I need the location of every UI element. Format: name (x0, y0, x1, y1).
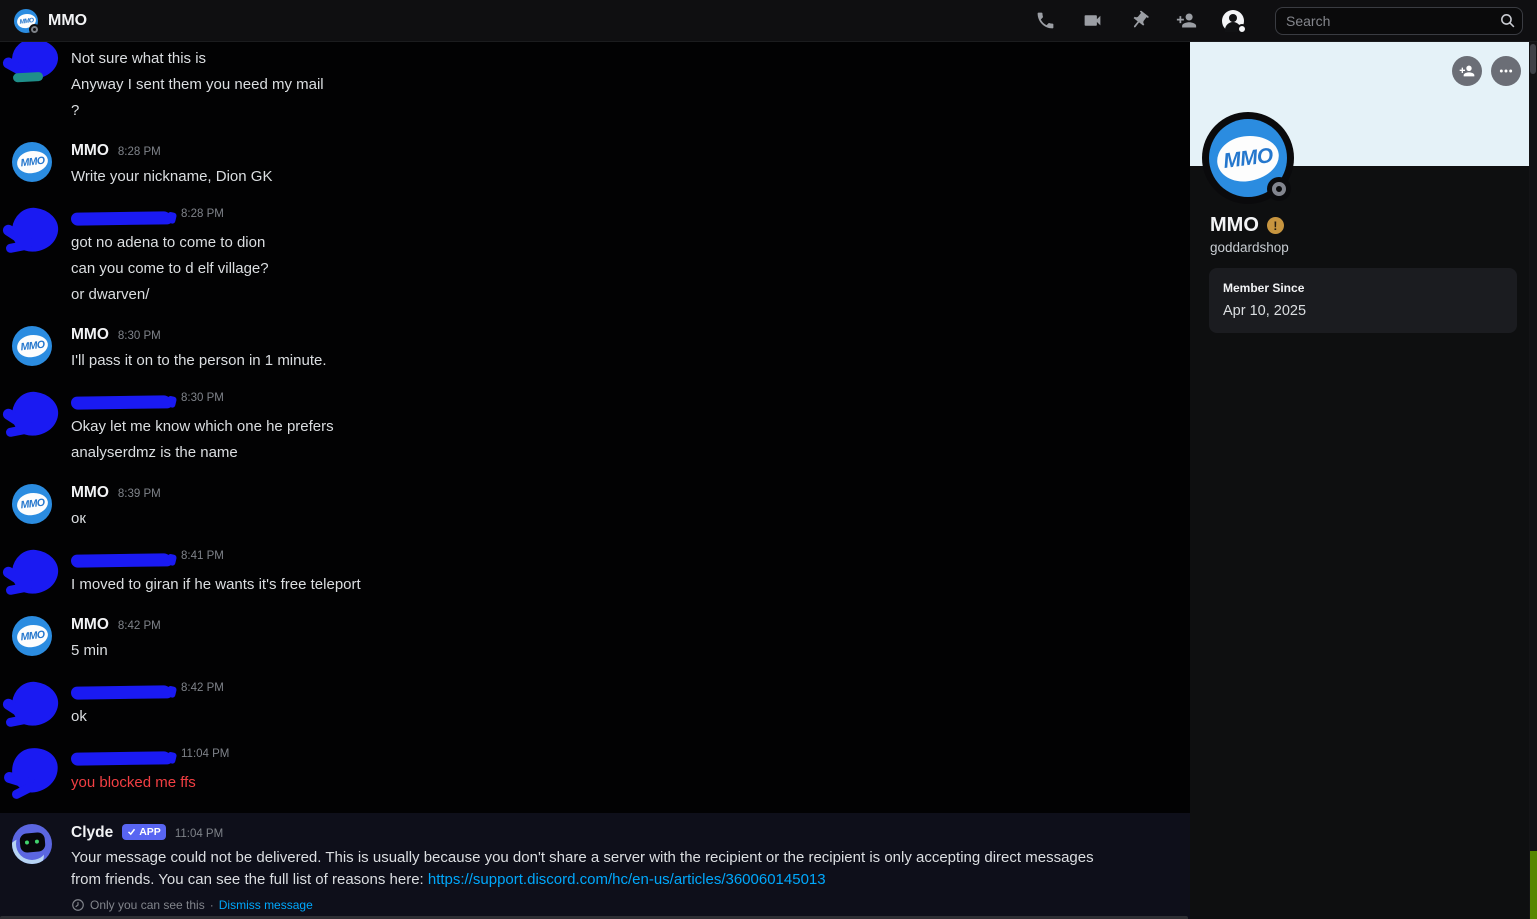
redacted-avatar[interactable] (9, 547, 61, 597)
message-text: or dwarven/ (71, 286, 150, 303)
message-timestamp: 8:42 PM (117, 620, 161, 632)
message-group: MMO MMO 8:39 PM ок (0, 484, 1190, 532)
message-group: 11:04 PM you blocked me ffs (0, 744, 1190, 796)
search-box (1275, 6, 1523, 35)
mmo-avatar[interactable]: MMO (12, 484, 52, 524)
profile-avatar[interactable]: MMO (1202, 112, 1294, 204)
mmo-avatar[interactable]: MMO (12, 142, 52, 182)
dismiss-message-link[interactable]: Dismiss message (219, 898, 313, 912)
author-name[interactable]: MMO (71, 616, 109, 634)
ephemeral-note: Only you can see this (90, 898, 205, 912)
message-text: ок (71, 510, 86, 527)
message-text: analyserdmz is the name (71, 444, 238, 461)
offline-status-icon (1267, 177, 1291, 201)
message-timestamp: 8:41 PM (181, 550, 224, 562)
message-group: 8:30 PM Okay let me know which one he pr… (0, 389, 1190, 466)
member-since-value: Apr 10, 2025 (1223, 303, 1307, 319)
green-scrollbar-fragment (1530, 851, 1537, 919)
message-group: 8:42 PM ok (0, 679, 1190, 730)
message-timestamp: 8:30 PM (117, 330, 161, 342)
redacted-author-name[interactable] (70, 684, 173, 700)
message-text: I moved to giran if he wants it's free t… (71, 576, 361, 593)
redacted-avatar[interactable] (9, 205, 61, 255)
redacted-avatar[interactable] (8, 744, 62, 796)
profile-username: goddardshop (1210, 240, 1289, 255)
message-scroller[interactable]: Not sure what this is Anyway I sent them … (0, 42, 1190, 919)
message-text: got no adena to come to dion (71, 234, 266, 251)
message-text: can you come to d elf village? (71, 260, 269, 277)
message-timestamp: 11:04 PM (181, 748, 230, 760)
message-timestamp: 8:39 PM (117, 488, 161, 500)
dm-avatar-small[interactable]: MMO (14, 8, 40, 35)
more-options-button[interactable] (1491, 56, 1521, 86)
message-timestamp: 11:04 PM (174, 828, 224, 840)
redacted-author-name[interactable] (70, 210, 173, 226)
message-group: MMO MMO 8:42 PM 5 min (0, 616, 1190, 664)
discord-dm-window: MMO MMO Search Not sure what this is Any… (0, 0, 1537, 919)
add-friends-to-dm-icon[interactable] (1175, 10, 1197, 32)
scrollbar-thumb[interactable] (1530, 44, 1536, 74)
dm-title[interactable]: MMO (48, 12, 87, 30)
message-text: I'll pass it on to the person in 1 minut… (71, 352, 327, 369)
redacted-author-name[interactable] (70, 552, 173, 568)
redacted-author-name[interactable] (70, 394, 173, 410)
pinned-messages-icon[interactable] (1128, 10, 1150, 32)
mmo-avatar[interactable]: MMO (12, 616, 52, 656)
message-text: Not sure what this is (71, 50, 207, 67)
offline-status-icon (29, 23, 40, 35)
start-video-call-icon[interactable] (1081, 10, 1103, 32)
panel-scrollbar[interactable] (1529, 42, 1537, 919)
clyde-avatar[interactable] (12, 824, 52, 864)
message-group: MMO MMO 8:30 PM I'll pass it on to the pe… (0, 326, 1190, 374)
profile-display-name: MMO (1210, 214, 1259, 236)
redacted-avatar[interactable] (9, 389, 61, 439)
support-article-link[interactable]: https://support.discord.com/hc/en-us/art… (428, 871, 826, 888)
user-profile-icon[interactable] (1222, 9, 1247, 34)
search-icon (1499, 12, 1516, 29)
message-text: Anyway I sent them you need my mail (71, 76, 324, 93)
author-name[interactable]: MMO (71, 326, 109, 344)
redacted-avatar[interactable] (10, 42, 60, 81)
message-text: ok (71, 708, 87, 725)
clyde-name[interactable]: Clyde (71, 824, 113, 842)
app-badge: APP (122, 823, 166, 840)
member-since-card: Member Since Apr 10, 2025 (1209, 268, 1517, 333)
search-input[interactable] (1275, 6, 1523, 35)
message-timestamp: 8:42 PM (181, 682, 224, 694)
clyde-message-text: Your message could not be delivered. Thi… (71, 849, 1094, 888)
message-group: 8:41 PM I moved to giran if he wants it'… (0, 547, 1190, 598)
add-friend-button[interactable] (1452, 56, 1482, 86)
redacted-avatar[interactable] (9, 679, 61, 729)
failed-message-text: you blocked me ffs (71, 774, 196, 791)
mmo-avatar[interactable]: MMO (12, 326, 52, 366)
message-group: Not sure what this is Anyway I sent them … (0, 42, 1190, 124)
message-group: MMO MMO 8:28 PM Write your nickname, Dion… (0, 142, 1190, 190)
message-group: 8:28 PM got no adena to come to dion can … (0, 205, 1190, 308)
author-name[interactable]: MMO (71, 484, 109, 502)
message-text: Okay let me know which one he prefers (71, 418, 334, 435)
channel-header: MMO MMO (0, 0, 1537, 42)
redacted-author-name[interactable] (70, 750, 173, 766)
author-name[interactable]: MMO (71, 142, 109, 160)
message-timestamp: 8:28 PM (117, 146, 161, 158)
ephemeral-clock-icon (71, 898, 85, 912)
message-timestamp: 8:28 PM (181, 208, 224, 220)
message-text: 5 min (71, 642, 108, 659)
message-text: Write your nickname, Dion GK (71, 168, 273, 185)
message-timestamp: 8:30 PM (181, 392, 224, 404)
member-since-label: Member Since (1223, 281, 1305, 295)
warning-badge-icon[interactable]: ! (1266, 217, 1284, 234)
user-profile-panel: MMO MMO ! goddardshop Member Since Apr 1… (1190, 42, 1529, 919)
start-voice-call-icon[interactable] (1034, 10, 1056, 32)
message-list: Not sure what this is Anyway I sent them … (0, 42, 1190, 796)
clyde-ephemeral-message: Clyde APP 11:04 PM Your message could no… (0, 813, 1190, 919)
message-text: ? (71, 102, 80, 119)
